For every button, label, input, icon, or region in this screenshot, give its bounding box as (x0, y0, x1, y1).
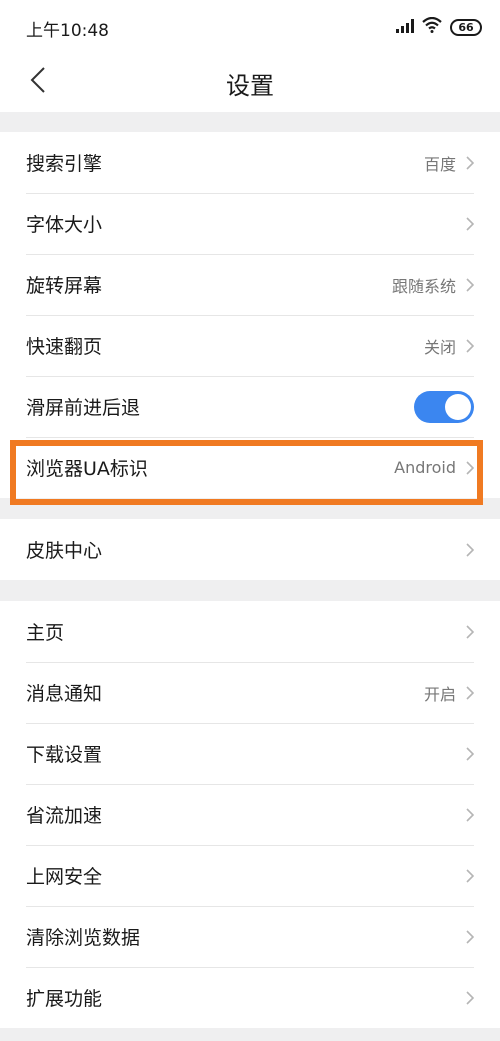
setting-label: 旋转屏幕 (26, 275, 103, 297)
status-time: 上午10:48 (26, 21, 109, 41)
setting-label: 消息通知 (26, 683, 103, 705)
battery-icon: 66 (450, 18, 482, 36)
setting-browser-ua[interactable]: 浏览器UA标识 Android (0, 437, 500, 498)
setting-label: 清除浏览数据 (26, 927, 141, 949)
chevron-right-icon (462, 989, 474, 1007)
wifi-icon (422, 16, 442, 37)
nav-bar: 设置 (0, 54, 500, 112)
setting-label: 下载设置 (26, 744, 103, 766)
setting-value: 开启 (423, 684, 456, 704)
page-title: 设置 (226, 72, 274, 100)
setting-label: 皮肤中心 (26, 540, 103, 562)
setting-clear-data[interactable]: 清除浏览数据 (0, 906, 500, 967)
setting-label: 扩展功能 (26, 988, 103, 1010)
setting-value: 关闭 (423, 337, 456, 357)
setting-search-engine[interactable]: 搜索引擎 百度 (0, 132, 500, 193)
chevron-right-icon (462, 623, 474, 641)
setting-skin-center[interactable]: 皮肤中心 (0, 519, 500, 580)
setting-label: 快速翻页 (26, 336, 103, 358)
setting-label: 省流加速 (26, 805, 103, 827)
setting-value: Android (394, 458, 456, 477)
setting-quick-page-turn[interactable]: 快速翻页 关闭 (0, 315, 500, 376)
setting-browsing-security[interactable]: 上网安全 (0, 845, 500, 906)
setting-label: 字体大小 (26, 214, 103, 236)
chevron-right-icon (462, 215, 474, 233)
setting-data-saver[interactable]: 省流加速 (0, 784, 500, 845)
chevron-right-icon (462, 806, 474, 824)
swipe-navigation-toggle[interactable] (414, 390, 474, 423)
chevron-right-icon (462, 684, 474, 702)
setting-extensions[interactable]: 扩展功能 (0, 967, 500, 1028)
toggle-knob (445, 393, 471, 420)
chevron-right-icon (462, 928, 474, 946)
settings-group-more: 主页 消息通知 开启 下载设置 省流加速 上网安全 清除浏览数据 扩展功能 (0, 601, 500, 1028)
setting-font-size[interactable]: 字体大小 (0, 193, 500, 254)
chevron-right-icon (462, 276, 474, 294)
setting-value: 百度 (423, 154, 456, 174)
setting-notifications[interactable]: 消息通知 开启 (0, 662, 500, 723)
setting-label: 上网安全 (26, 866, 103, 888)
settings-group-general: 搜索引擎 百度 字体大小 旋转屏幕 跟随系统 快速翻页 关闭 滑屏前进后退 浏览… (0, 132, 500, 498)
chevron-right-icon (462, 459, 474, 477)
chevron-right-icon (462, 745, 474, 763)
settings-group-skin: 皮肤中心 (0, 519, 500, 580)
setting-label: 搜索引擎 (26, 153, 103, 175)
status-icons: 66 (396, 16, 482, 38)
status-bar: 上午10:48 66 (0, 0, 500, 54)
setting-label: 滑屏前进后退 (26, 397, 141, 419)
setting-swipe-navigation: 滑屏前进后退 (0, 376, 500, 437)
setting-download[interactable]: 下载设置 (0, 723, 500, 784)
chevron-right-icon (462, 337, 474, 355)
setting-label: 浏览器UA标识 (26, 458, 148, 480)
chevron-right-icon (462, 867, 474, 885)
setting-label: 主页 (26, 622, 65, 644)
setting-homepage[interactable]: 主页 (0, 601, 500, 662)
signal-icon (396, 18, 414, 37)
chevron-right-icon (462, 154, 474, 172)
setting-value: 跟随系统 (391, 276, 456, 296)
setting-rotate-screen[interactable]: 旋转屏幕 跟随系统 (0, 254, 500, 315)
chevron-right-icon (462, 541, 474, 559)
